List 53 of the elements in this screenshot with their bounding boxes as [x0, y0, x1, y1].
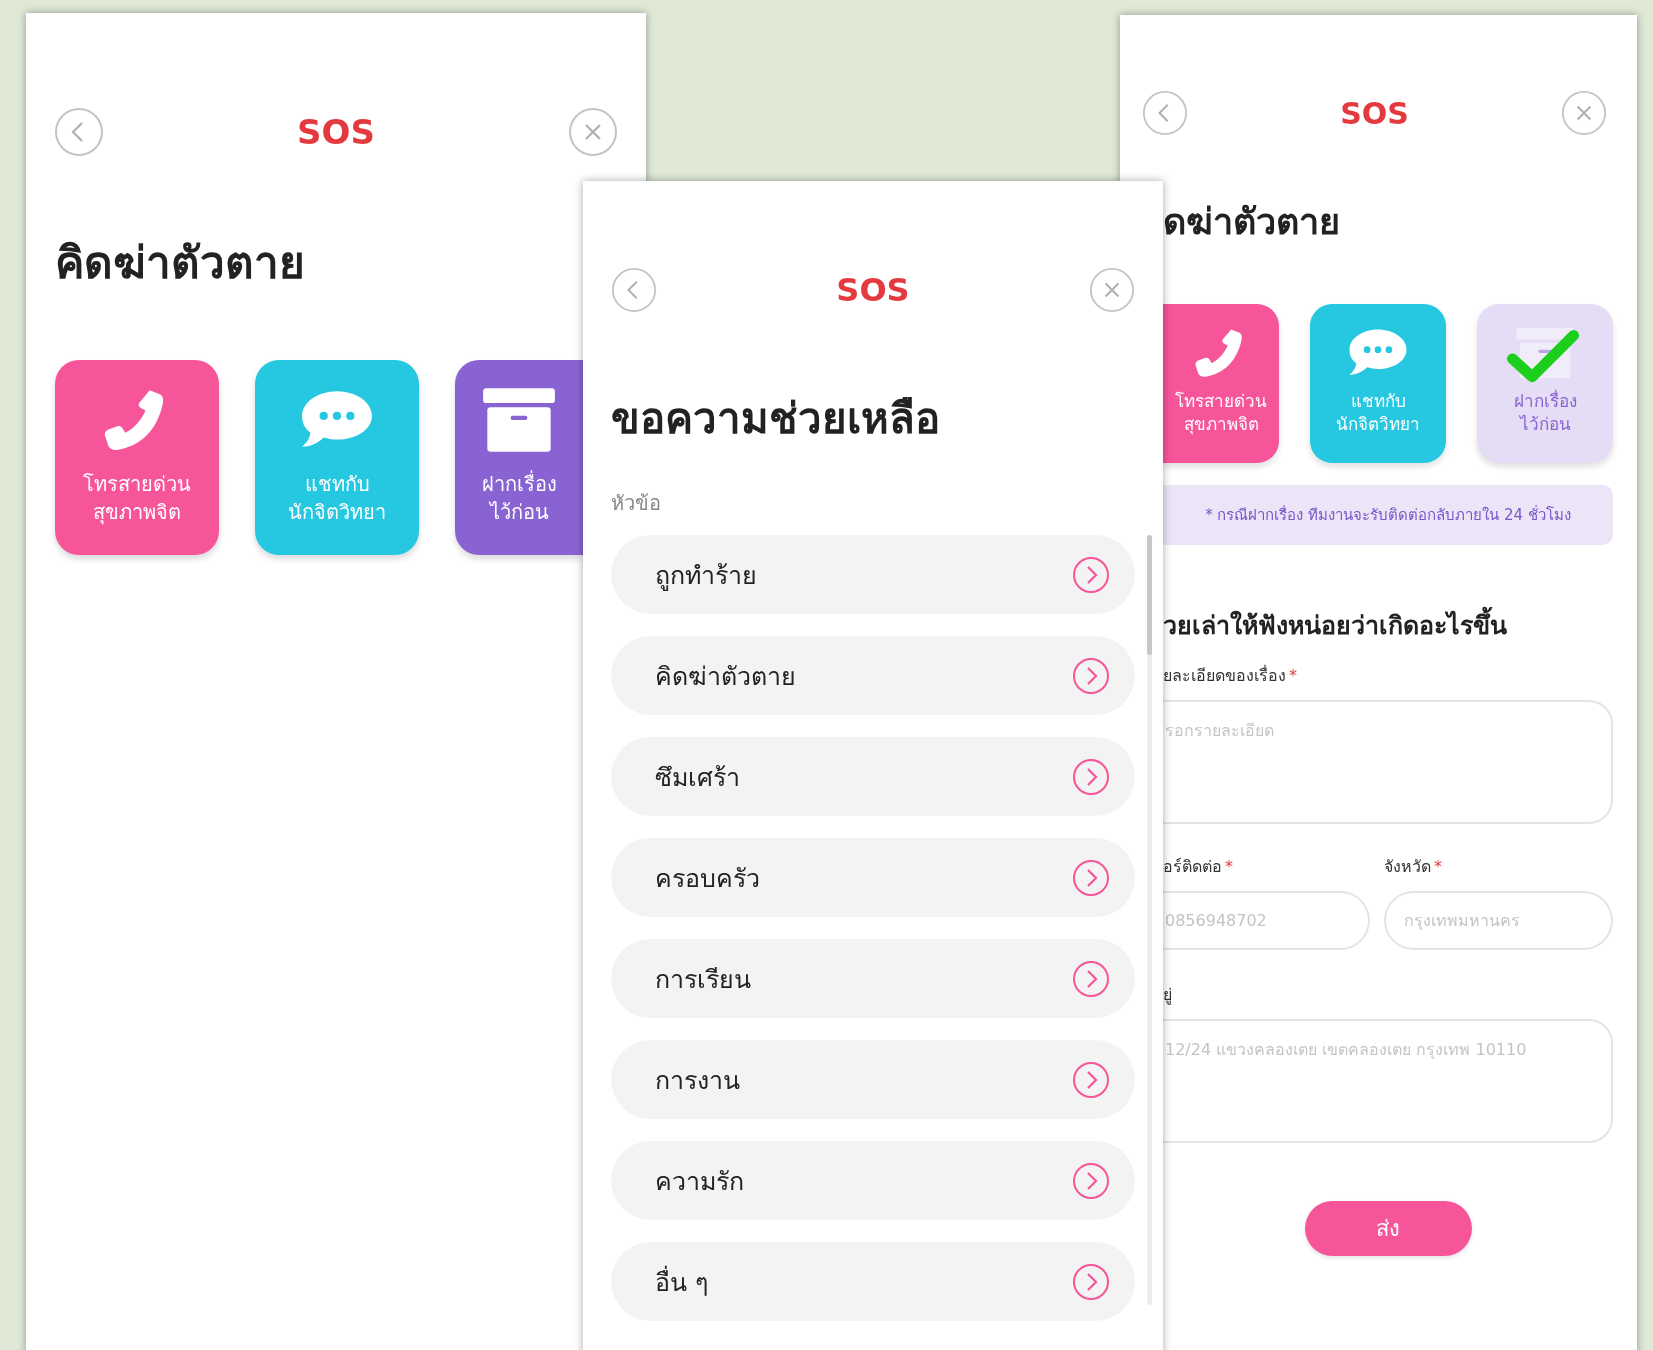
topic-list-item[interactable]: การงาน [611, 1040, 1135, 1119]
close-icon[interactable] [1089, 267, 1135, 313]
field-label: อร์ติดต่อ [1163, 857, 1222, 876]
topic-list-item[interactable]: การเรียน [611, 939, 1135, 1018]
archive-box-icon [481, 386, 557, 454]
option-label: โทรสายด่วน สุขภาพจิต [1175, 390, 1267, 436]
text-area-field[interactable]: รอกรายละเอียด [1163, 700, 1613, 824]
screen-title: SOS [1340, 95, 1409, 131]
chevron-right-icon [1071, 1160, 1111, 1201]
back-icon[interactable] [54, 107, 104, 157]
page-heading: ขอความช่วยเหลือ [611, 393, 941, 445]
chevron-right-icon [1071, 554, 1111, 595]
close-icon[interactable] [568, 107, 618, 157]
field-label: ยละเอียดของเรื่อง [1163, 666, 1286, 685]
chevron-right-icon [1071, 655, 1111, 696]
page-heading: คิดฆ่าตัวตาย [55, 236, 305, 290]
field-label: จังหวัด [1384, 857, 1431, 876]
option-card[interactable]: ฝากเรื่อง ไว้ก่อน [455, 360, 583, 555]
required-mark: * [1225, 857, 1233, 876]
notice-banner: * กรณีฝากเรื่อง ทีมงานจะรับติดต่อกลับภายใน 24 ชั่วโมง [1163, 485, 1613, 545]
chevron-right-icon [1071, 857, 1111, 898]
chevron-right-icon [1071, 1059, 1111, 1100]
chevron-right-icon [1071, 756, 1111, 797]
scrollbar[interactable] [1147, 535, 1152, 1305]
text-area-field[interactable]: 12/24 แขวงคลองเตย เขตคลองเตย กรุงเทพ 10110 [1163, 1019, 1613, 1143]
topic-list-item[interactable]: อื่น ๆ [611, 1242, 1135, 1321]
option-label: โทรสายด่วน สุขภาพจิต [83, 471, 191, 526]
required-mark: * [1434, 857, 1442, 876]
option-label: ฝากเรื่อง ไว้ก่อน [481, 470, 557, 526]
topic-list-item[interactable]: ซึมเศร้า [611, 737, 1135, 816]
back-icon[interactable] [611, 267, 657, 313]
topic-list-item[interactable]: ถูกทำร้าย [611, 535, 1135, 614]
section-label: หัวข้อ [611, 490, 662, 517]
input-field[interactable]: 0856948702 [1163, 891, 1370, 950]
chevron-right-icon [1071, 1261, 1111, 1302]
option-label: ฝากเรื่อง ไว้ก่อน [1513, 390, 1577, 436]
field-label: ยู่ [1163, 985, 1172, 1004]
screen-title: SOS [836, 271, 910, 309]
checkmark-icon [1507, 330, 1579, 384]
back-icon[interactable] [1142, 90, 1188, 136]
topic-list-item[interactable]: คิดฆ่าตัวตาย [611, 636, 1135, 715]
close-icon[interactable] [1561, 90, 1607, 136]
screen-title: SOS [297, 112, 375, 152]
required-mark: * [1289, 666, 1297, 685]
topic-list-item[interactable]: ความรัก [611, 1141, 1135, 1220]
input-field[interactable]: กรุงเทพมหานคร [1384, 891, 1613, 950]
page-heading: ดฆ่าตัวตาย [1163, 200, 1341, 244]
archive-box-icon [1514, 326, 1576, 380]
chevron-right-icon [1071, 958, 1111, 999]
topic-list-item[interactable]: ครอบครัว [611, 838, 1135, 917]
option-label: แชทกับ นักจิตวิทยา [288, 471, 386, 526]
option-label: แชทกับ นักจิตวิทยา [1336, 390, 1420, 436]
form-heading: วยเล่าให้ฟังหน่อยว่าเกิดอะไรขึ้น [1163, 605, 1613, 645]
